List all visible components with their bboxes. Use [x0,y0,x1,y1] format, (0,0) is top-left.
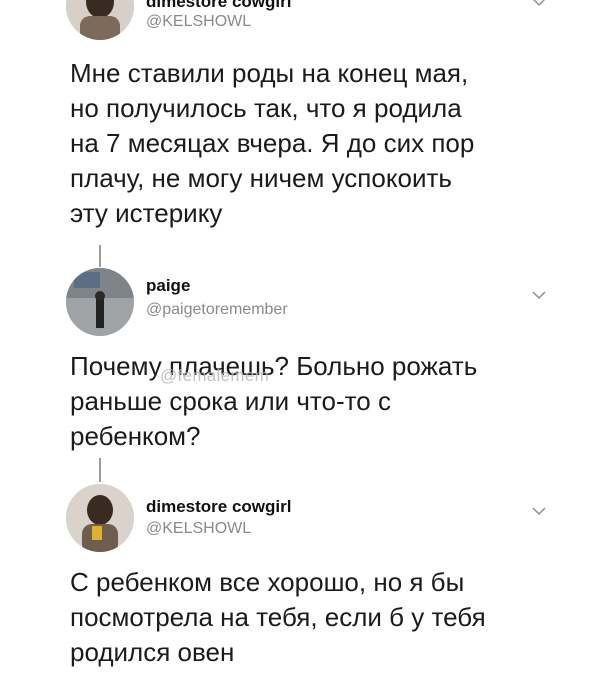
watermark: @femalemem [160,366,270,385]
tweet-2: paige @paigetoremember Почему плачешь? Б… [0,268,600,456]
author-name[interactable]: dimestore cowgirl [146,0,291,12]
avatar[interactable] [66,484,134,552]
avatar-photo [66,484,134,552]
tweet-text: Мне ставили роды на конец мая, но получи… [70,58,475,228]
thread-connector [99,245,101,267]
chevron-down-icon[interactable] [532,506,546,516]
avatar[interactable] [66,268,134,336]
tweet-3: dimestore cowgirl @KELSHOWL С ребенком в… [0,484,600,682]
avatar-photo [66,0,134,40]
tweet-1: dimestore cowgirl @KELSHOWL Мне ставили … [0,0,600,245]
thread-connector [99,458,101,482]
author-handle[interactable]: @KELSHOWL [146,520,251,538]
author-name[interactable]: paige [146,276,190,296]
chevron-down-icon[interactable] [532,290,546,300]
avatar[interactable] [66,0,134,40]
chevron-down-icon[interactable] [532,0,546,7]
tweet-text: С ребенком все хорошо, но я бы посмотрел… [70,567,486,667]
author-handle[interactable]: @paigetoremember [146,301,288,319]
avatar-photo [66,268,134,336]
author-handle[interactable]: @KELSHOWL [146,13,251,31]
author-name[interactable]: dimestore cowgirl [146,497,291,517]
tweet-text: Почему плачешь? Больно рожать раньше сро… [70,351,478,451]
